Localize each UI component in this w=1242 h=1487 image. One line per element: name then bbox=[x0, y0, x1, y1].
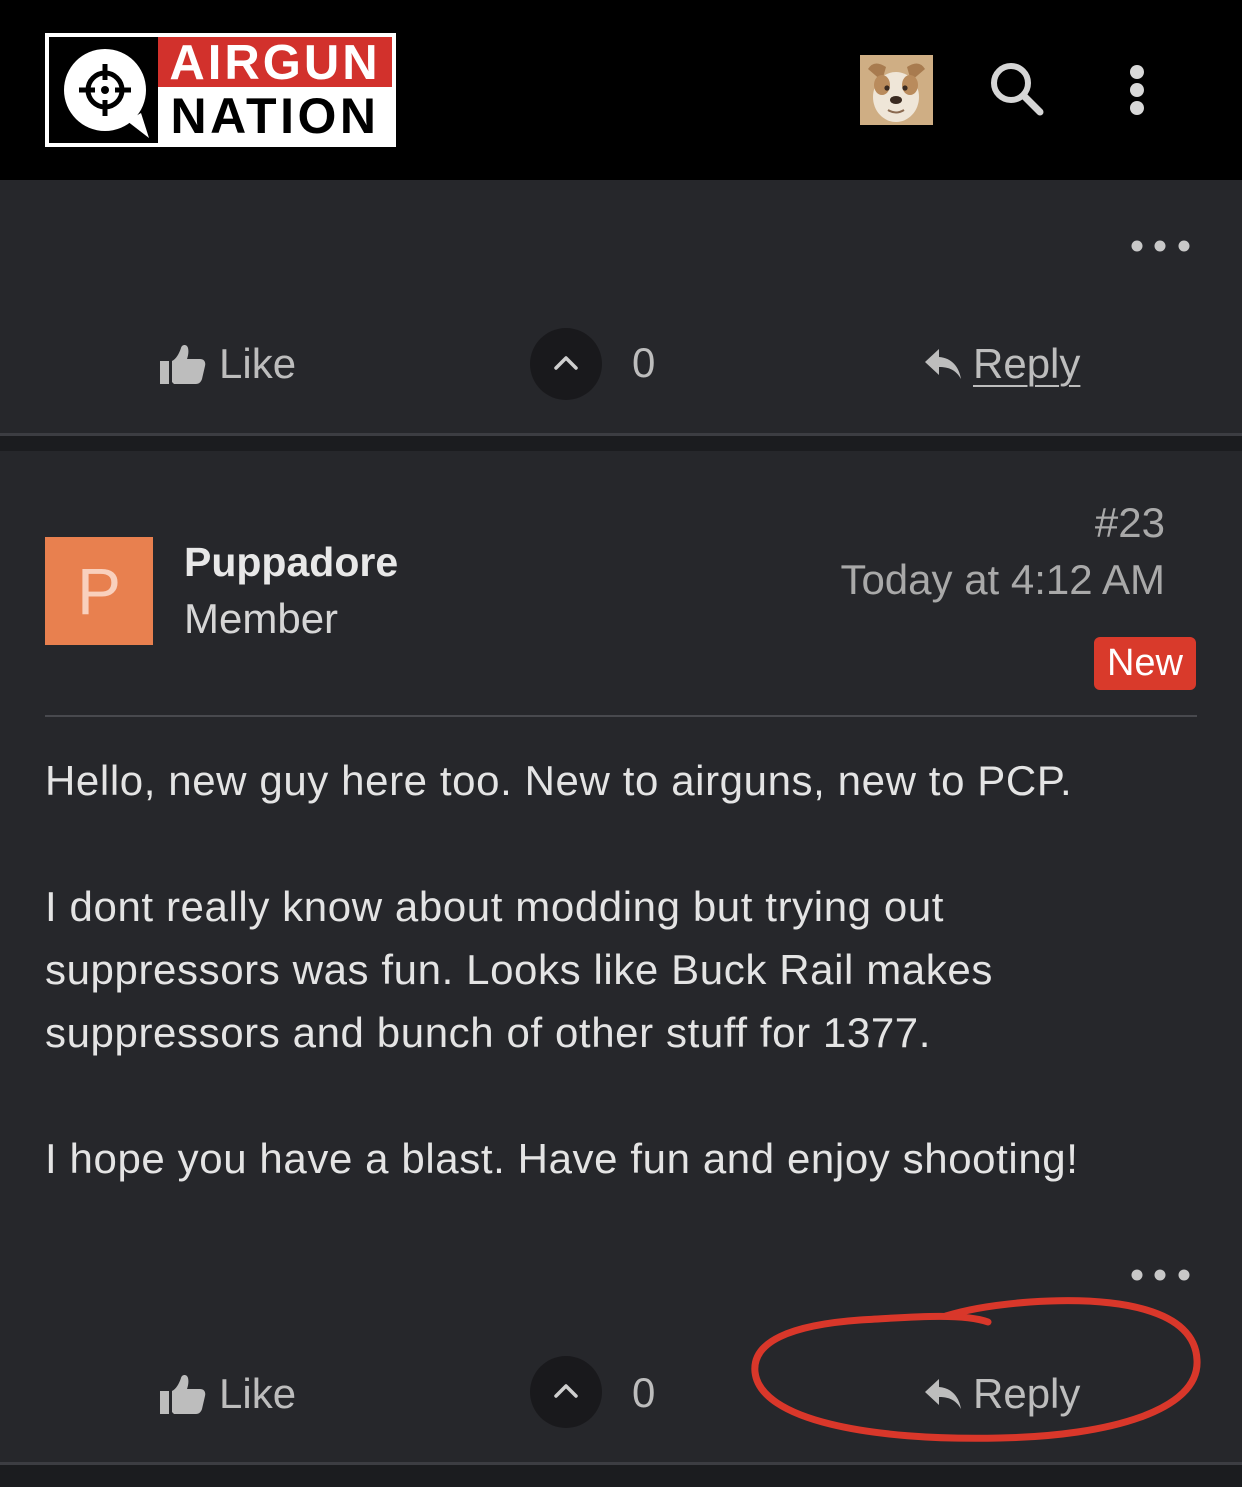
top-bar: AIRGUN NATION bbox=[0, 0, 1242, 180]
user-avatar[interactable] bbox=[860, 55, 933, 125]
author-role: Member bbox=[184, 595, 339, 642]
site-logo[interactable]: AIRGUN NATION bbox=[45, 33, 396, 147]
new-badge: New bbox=[1094, 637, 1196, 690]
reply-icon bbox=[925, 349, 961, 379]
post-gap bbox=[0, 1465, 1242, 1487]
post-gap bbox=[0, 436, 1242, 451]
post-actions: Like 0 Reply bbox=[0, 1354, 1242, 1434]
post-paragraph: Hello, new guy here too. New to airguns,… bbox=[45, 749, 1205, 812]
post-header-separator bbox=[45, 715, 1197, 717]
author-name[interactable]: Puppadore bbox=[184, 534, 398, 590]
menu-dots-graphic bbox=[1130, 65, 1144, 115]
chevron-up-icon bbox=[554, 356, 578, 370]
post-paragraph: I dont really know about modding but try… bbox=[45, 875, 1205, 1064]
reply-icon bbox=[925, 1379, 961, 1409]
reply-label: Reply bbox=[973, 340, 1081, 387]
more-vertical-icon[interactable] bbox=[1125, 62, 1149, 118]
search-icon[interactable] bbox=[988, 60, 1046, 118]
post-menu-dots bbox=[1131, 240, 1190, 252]
like-label: Like bbox=[219, 340, 297, 387]
post-body: Hello, new guy here too. New to airguns,… bbox=[45, 749, 1205, 1253]
upvote-button[interactable] bbox=[530, 328, 602, 400]
post-timestamp[interactable]: Today at 4:12 AM bbox=[840, 552, 1165, 608]
chevron-up-icon bbox=[554, 1384, 578, 1398]
like-label: Like bbox=[219, 1370, 297, 1417]
post-actions: Like 0 Reply bbox=[0, 324, 1242, 404]
post-number[interactable]: #23 bbox=[1095, 495, 1165, 551]
upvote-button[interactable] bbox=[530, 1356, 602, 1428]
logo-text-airgun: AIRGUN bbox=[158, 37, 392, 89]
post-text-line: I hope you have a blast. Have fun and en… bbox=[45, 1135, 1079, 1182]
more-horizontal-icon[interactable] bbox=[1125, 1265, 1195, 1285]
post-text-line: suppressors and bunch of other stuff for… bbox=[45, 1009, 932, 1056]
vote-count: 0 bbox=[632, 1369, 656, 1416]
reply-label: Reply bbox=[973, 1370, 1081, 1417]
author-avatar[interactable]: P bbox=[45, 537, 153, 645]
reply-button[interactable]: Reply bbox=[922, 1354, 1087, 1434]
post-menu-dots bbox=[1131, 1269, 1190, 1281]
search-icon-graphic bbox=[991, 63, 1044, 116]
annotation-circle bbox=[751, 1297, 1201, 1442]
logo-text-nation: NATION bbox=[158, 87, 392, 144]
crosshair-logo-graphic bbox=[64, 49, 149, 138]
forum-thread-page: AIRGUN NATION Like 0 Reply P Puppadore M… bbox=[0, 0, 1242, 1487]
like-button[interactable]: Like bbox=[160, 1354, 300, 1434]
bulldog-avatar-image bbox=[860, 55, 933, 125]
post-text-line: suppressors was fun. Looks like Buck Rai… bbox=[45, 946, 993, 993]
thumbs-up-icon bbox=[160, 1375, 206, 1414]
reply-button[interactable]: Reply bbox=[922, 324, 1087, 404]
post-text-line: I dont really know about modding but try… bbox=[45, 883, 945, 930]
post-text-line: Hello, new guy here too. New to airguns,… bbox=[45, 757, 1073, 804]
post-paragraph: I hope you have a blast. Have fun and en… bbox=[45, 1127, 1205, 1190]
more-horizontal-icon[interactable] bbox=[1125, 236, 1195, 256]
thumbs-up-icon bbox=[160, 345, 206, 384]
crosshair-icon bbox=[49, 37, 159, 143]
vote-count: 0 bbox=[632, 339, 656, 386]
like-button[interactable]: Like bbox=[160, 324, 300, 404]
